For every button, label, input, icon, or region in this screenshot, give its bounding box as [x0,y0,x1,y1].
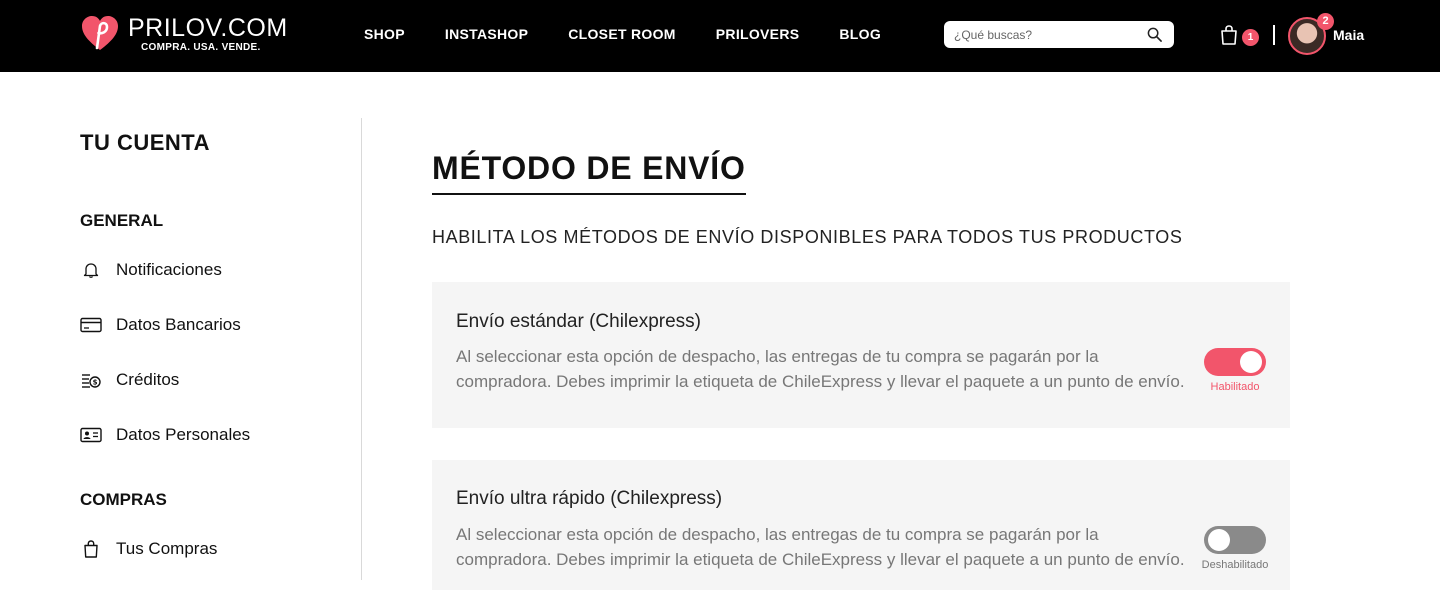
bell-icon [80,259,102,281]
shipping-method-toggle[interactable] [1204,526,1266,554]
heart-logo-icon [82,16,118,50]
brand-name: PRILOV.COM [128,14,288,42]
toggle-status-label: Deshabilitado [1201,559,1269,571]
sidebar-item-creditos[interactable]: $ Créditos [80,367,179,393]
sidebar-section-compras: COMPRAS [80,490,167,509]
sidebar-section-general: GENERAL [80,211,164,230]
shipping-method-toggle[interactable] [1204,348,1266,376]
shopping-bag-icon[interactable] [1220,25,1238,45]
sidebar-item-label: Datos Bancarios [116,315,241,334]
sidebar-item-datos-personales[interactable]: Datos Personales [80,422,250,448]
search-icon[interactable] [1147,27,1162,42]
sidebar-item-label: Tus Compras [116,539,218,558]
search-input[interactable] [954,25,1144,44]
nav-closet-room[interactable]: CLOSET ROOM [568,26,676,42]
coins-icon: $ [80,369,102,391]
toggle-status-label: Habilitado [1210,381,1260,393]
shipping-method-card: Envío ultra rápido (Chilexpress) Al sele… [432,460,1290,590]
toggle-knob [1240,351,1262,373]
sidebar-item-label: Notificaciones [116,260,222,279]
brand-tagline: COMPRA. USA. VENDE. [141,42,261,53]
nav-shop[interactable]: SHOP [364,26,405,42]
top-navigation-bar: PRILOV.COM COMPRA. USA. VENDE. SHOP INST… [0,0,1440,72]
sidebar-divider [361,118,362,580]
user-name[interactable]: Maia [1333,27,1364,43]
main-nav: SHOP INSTASHOP CLOSET ROOM PRILOVERS BLO… [364,26,921,42]
search-box [944,21,1174,48]
sidebar-item-tus-compras[interactable]: Tus Compras [80,536,217,562]
cart-count-badge: 1 [1242,29,1259,46]
page-title: MÉTODO DE ENVÍO [432,150,746,195]
sidebar-title: TU CUENTA [80,130,210,155]
shopping-bag-icon [80,538,102,560]
sidebar-item-notificaciones[interactable]: Notificaciones [80,257,222,283]
svg-text:$: $ [93,379,98,387]
shipping-method-title: Envío ultra rápido (Chilexpress) [456,488,723,509]
nav-blog[interactable]: BLOG [839,26,881,42]
sidebar-item-label: Créditos [116,370,180,389]
notification-count-badge: 2 [1317,13,1334,30]
shipping-method-card: Envío estándar (Chilexpress) Al seleccio… [432,282,1290,428]
id-card-icon [80,424,102,446]
shipping-method-title: Envío estándar (Chilexpress) [456,311,701,332]
brand-logo[interactable]: PRILOV.COM COMPRA. USA. VENDE. [80,12,287,58]
credit-card-icon [80,314,102,336]
sidebar-item-label: Datos Personales [116,425,251,444]
toggle-knob [1208,529,1230,551]
header-divider [1273,25,1275,45]
nav-prilovers[interactable]: PRILOVERS [716,26,800,42]
shipping-method-description: Al seleccionar esta opción de despacho, … [456,347,1185,391]
shipping-method-description: Al seleccionar esta opción de despacho, … [456,525,1185,569]
page-subtitle: HABILITA LOS MÉTODOS DE ENVÍO DISPONIBLE… [432,227,1183,247]
sidebar-item-datos-bancarios[interactable]: Datos Bancarios [80,312,241,338]
nav-instashop[interactable]: INSTASHOP [445,26,528,42]
